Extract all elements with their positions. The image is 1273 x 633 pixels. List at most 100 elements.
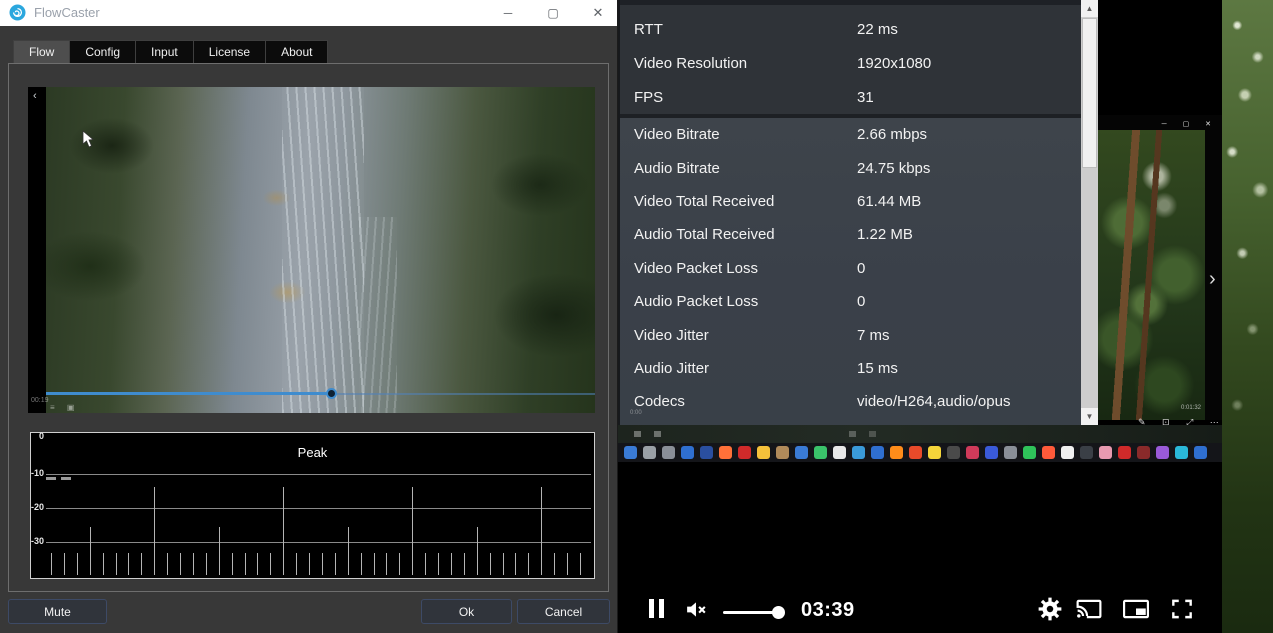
taskbar-icon[interactable] [871, 446, 884, 459]
tab-license[interactable]: License [194, 40, 266, 64]
taskbar-icon[interactable] [1175, 446, 1188, 459]
flowcaster-window: FlowCaster ─ ▢ ✕ FlowConfigInputLicenseA… [0, 0, 618, 633]
meter-tick [335, 553, 336, 575]
maximize-button[interactable]: ▢ [535, 0, 571, 26]
preview-progress-handle[interactable] [326, 388, 337, 399]
close-button[interactable]: ✕ [580, 0, 616, 26]
taskbar-icon[interactable] [624, 446, 637, 459]
meter-tick [438, 553, 439, 575]
taskbar-icon[interactable] [795, 446, 808, 459]
mute-button[interactable]: Mute [8, 599, 107, 624]
stats-label: Audio Jitter [634, 360, 857, 377]
meter-tick [167, 553, 168, 575]
taskbar-icon[interactable] [1194, 446, 1207, 459]
settings-gear-icon[interactable] [1037, 596, 1063, 627]
muted-volume-icon[interactable] [684, 597, 709, 627]
taskbar-icon[interactable] [1023, 446, 1036, 459]
meter-tick [528, 553, 529, 575]
stats-value: video/H264,audio/opus [857, 393, 1010, 410]
picture-in-picture-icon[interactable] [1121, 596, 1151, 627]
meter-tick [283, 487, 284, 575]
taskbar-icon[interactable] [833, 446, 846, 459]
cast-icon[interactable] [1073, 596, 1105, 627]
taskbar-icon[interactable] [947, 446, 960, 459]
taskbar-icon[interactable] [1137, 446, 1150, 459]
taskbar-icon[interactable] [909, 446, 922, 459]
taskbar-icon[interactable] [928, 446, 941, 459]
meter-tick [541, 487, 542, 575]
stats-row: Video Bitrate2.66 mbps [620, 118, 1081, 151]
meter-tick [386, 553, 387, 575]
volume-slider-handle[interactable] [772, 606, 785, 619]
scrollbar-up-arrow[interactable]: ▲ [1081, 0, 1098, 17]
stats-value: 15 ms [857, 360, 898, 377]
back-chevron-icon[interactable]: ‹ [33, 90, 37, 102]
meter-gridline [46, 474, 591, 475]
stats-row: Video Packet Loss0 [620, 252, 1081, 285]
taskbar-icon[interactable] [1118, 446, 1131, 459]
taskbar-icon[interactable] [738, 446, 751, 459]
stats-row: Video Jitter7 ms [620, 318, 1081, 351]
stats-value: 22 ms [857, 21, 898, 38]
meter-tick [193, 553, 194, 575]
taskbar-icon[interactable] [681, 446, 694, 459]
video-player-surface[interactable] [618, 462, 1222, 585]
stats-row: FPS31 [620, 80, 1081, 114]
taskbar-icon[interactable] [1061, 446, 1074, 459]
preview-control-icons: ≡ ▣ [50, 403, 79, 412]
preview-progress-bar[interactable] [46, 392, 332, 395]
tab-config[interactable]: Config [70, 40, 136, 64]
taskbar-icon[interactable] [1099, 446, 1112, 459]
taskbar-icon[interactable] [662, 446, 675, 459]
taskbar-icon[interactable] [719, 446, 732, 459]
taskbar-icon[interactable] [966, 446, 979, 459]
taskbar-icon[interactable] [700, 446, 713, 459]
scrollbar-thumb[interactable] [1082, 18, 1097, 168]
meter-tick [412, 487, 413, 575]
taskbar-icon[interactable] [852, 446, 865, 459]
taskbar-icon[interactable] [814, 446, 827, 459]
tree-video-frame [1098, 130, 1205, 420]
stats-label: Audio Bitrate [634, 160, 857, 177]
meter-tick [103, 553, 104, 575]
fullscreen-icon[interactable] [1167, 596, 1197, 627]
stats-label: Video Total Received [634, 193, 857, 210]
meter-tick [477, 527, 478, 575]
taskbar-icon[interactable] [890, 446, 903, 459]
taskbar-icon[interactable] [1156, 446, 1169, 459]
stats-label: Codecs [634, 393, 857, 410]
stats-value: 2.66 mbps [857, 126, 927, 143]
taskbar-icon[interactable] [985, 446, 998, 459]
preview-progress-remaining[interactable] [332, 393, 595, 395]
streamed-window-controls: ─ ▢ ✕ [1162, 120, 1218, 128]
meter-tick [348, 527, 349, 575]
taskbar-icon[interactable] [757, 446, 770, 459]
cancel-button[interactable]: Cancel [517, 599, 610, 624]
player-control-bar: 03:39 [618, 585, 1222, 633]
taskbar-icon[interactable] [1042, 446, 1055, 459]
tab-about[interactable]: About [266, 40, 328, 64]
pause-button[interactable] [649, 599, 664, 618]
minimize-button[interactable]: ─ [490, 0, 526, 26]
stats-row: Audio Jitter15 ms [620, 352, 1081, 385]
tab-flow[interactable]: Flow [13, 40, 70, 64]
taskbar-icon[interactable] [1080, 446, 1093, 459]
waterfall-streaks [282, 87, 364, 413]
tab-input[interactable]: Input [136, 40, 194, 64]
stats-label: FPS [634, 89, 857, 106]
scrollbar-down-arrow[interactable]: ▼ [1081, 408, 1098, 425]
meter-tick [219, 527, 220, 575]
stats-value: 31 [857, 89, 874, 106]
taskbar-icon[interactable] [643, 446, 656, 459]
meter-tick [128, 553, 129, 575]
meter-tick [257, 553, 258, 575]
stats-scrollbar[interactable]: ▲ ▼ [1081, 0, 1098, 425]
ok-button[interactable]: Ok [421, 599, 512, 624]
next-chevron-icon[interactable]: › [1209, 268, 1216, 291]
taskbar-icon[interactable] [1004, 446, 1017, 459]
meter-tick [141, 553, 142, 575]
stats-label: Audio Total Received [634, 226, 857, 243]
stats-label: Video Packet Loss [634, 260, 857, 277]
flowcaster-logo-icon [9, 4, 26, 26]
taskbar-icon[interactable] [776, 446, 789, 459]
